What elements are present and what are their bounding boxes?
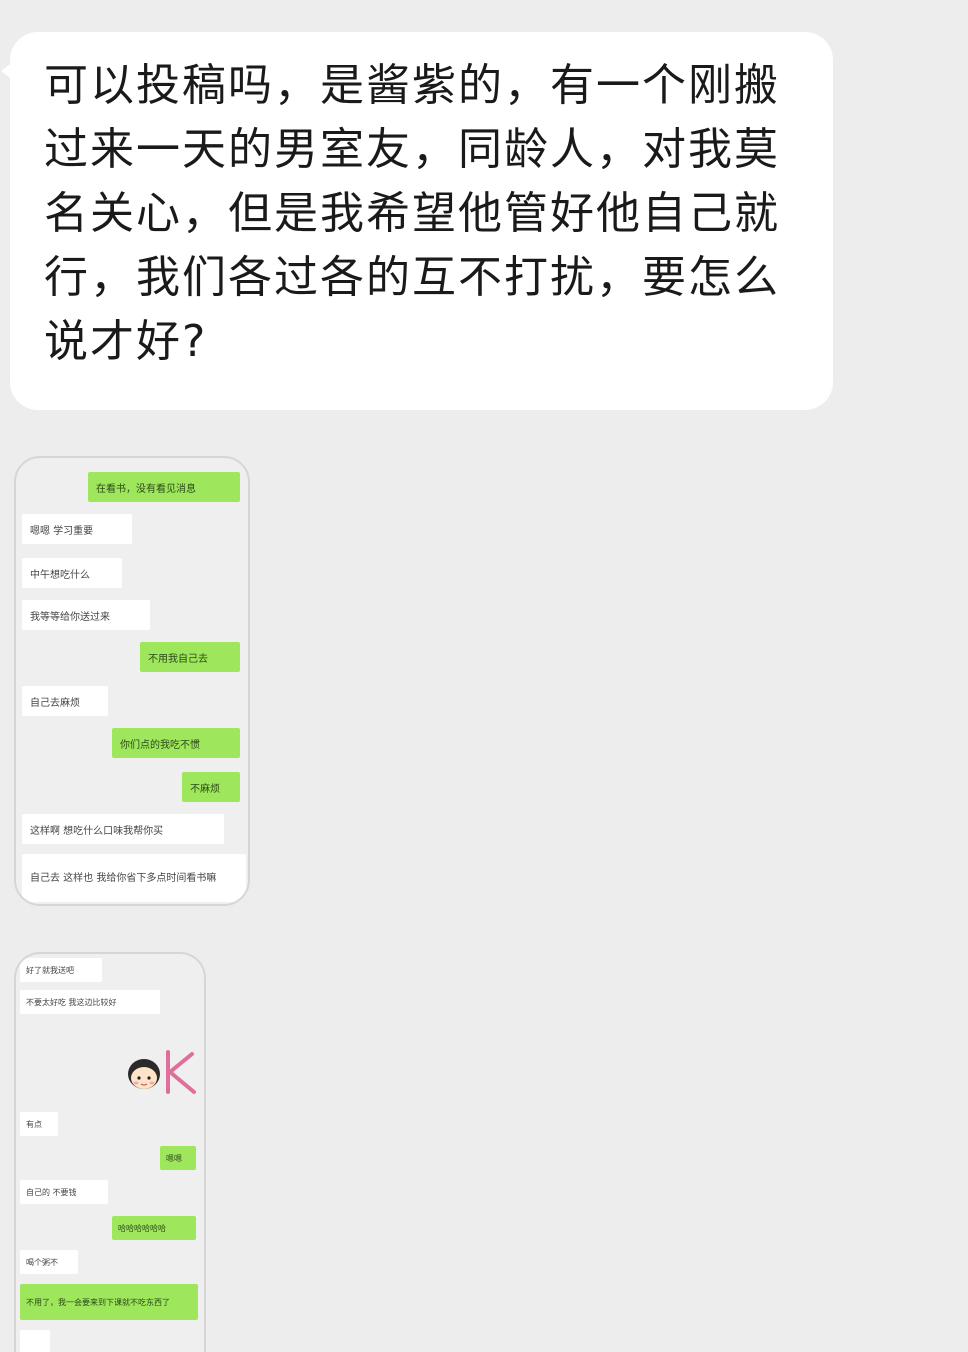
chat-bubble-text: 嗯嗯 学习重要 — [30, 525, 94, 537]
chat-bubble-outgoing: 在看书，没有看见消息 — [88, 472, 240, 502]
chat-bubble-text: 不要太好吃 我这边比较好 — [26, 997, 117, 1007]
chat-bubble-text: 在看书，没有看见消息 — [96, 483, 196, 495]
chat-bubble-text: 不用我自己去 — [148, 653, 208, 665]
chat-bubble-outgoing: 你们点的我吃不惯 — [112, 728, 240, 758]
chat-screenshot-image-1[interactable]: 在看书，没有看见消息 嗯嗯 学习重要 中午想吃什么 我等等给你送过来 不用我自己… — [14, 456, 250, 906]
chat-bubble-text: 不用了，我一会要来到下课就不吃东西了 — [26, 1297, 170, 1307]
chat-bubble-incoming — [20, 1330, 50, 1352]
chat-bubble-incoming: 好了就我送吧 — [20, 958, 102, 982]
chat-screenshot-image-2[interactable]: 好了就我送吧 不要太好吃 我这边比较好 有点 嗯嗯 自己的 不要钱 哈哈哈哈哈哈… — [14, 952, 206, 1352]
chat-bubble-text: 自己去麻烦 — [30, 697, 80, 709]
chat-bubble-text: 喝个粥不 — [26, 1257, 58, 1267]
message-bubble[interactable]: 可以投稿吗，是酱紫的，有一个刚搬过来一天的男室友，同龄人，对我莫名关心，但是我希… — [1, 32, 833, 410]
chat-bubble-text: 你们点的我吃不惯 — [120, 739, 200, 751]
chat-bubble-incoming: 喝个粥不 — [20, 1250, 78, 1274]
chat-bubble-text: 好了就我送吧 — [26, 965, 74, 975]
chat-bubble-text: 哈哈哈哈哈哈 — [118, 1223, 166, 1233]
chat-bubble-incoming: 自己的 不要钱 — [20, 1180, 108, 1204]
chat-bubble-incoming: 这样啊 想吃什么口味我帮你买 — [22, 814, 224, 844]
chat-bubble-incoming: 自己去 这样也 我给你省下多点时间看书嘛 — [22, 854, 246, 902]
chat-bubble-text: 有点 — [26, 1119, 42, 1129]
chat-bubble-incoming: 不要太好吃 我这边比较好 — [20, 990, 160, 1014]
chat-bubble-incoming: 嗯嗯 学习重要 — [22, 514, 132, 544]
message-text: 可以投稿吗，是酱紫的，有一个刚搬过来一天的男室友，同龄人，对我莫名关心，但是我希… — [44, 60, 780, 367]
chat-bubble-text: 中午想吃什么 — [30, 569, 90, 581]
chat-bubble-incoming: 自己去麻烦 — [22, 686, 108, 716]
chat-bubble-text: 嗯嗯 — [166, 1153, 182, 1163]
chat-bubble-incoming: 有点 — [20, 1112, 58, 1136]
chat-bubble-outgoing: 不用了，我一会要来到下课就不吃东西了 — [20, 1284, 198, 1320]
chat-bubble-text: 这样啊 想吃什么口味我帮你买 — [30, 825, 164, 837]
chat-bubble-text: 不麻烦 — [190, 783, 220, 795]
chat-bubble-outgoing: 嗯嗯 — [160, 1146, 196, 1170]
chat-bubble-outgoing: 不用我自己去 — [140, 642, 240, 672]
ok-sticker-icon — [128, 1050, 196, 1094]
chat-bubble-incoming: 我等等给你送过来 — [22, 600, 150, 630]
chat-bubble-text: 自己去 这样也 我给你省下多点时间看书嘛 — [30, 872, 217, 884]
chat-bubble-text: 我等等给你送过来 — [30, 611, 110, 623]
chat-bubble-outgoing: 不麻烦 — [182, 772, 240, 802]
chat-bubble-outgoing: 哈哈哈哈哈哈 — [112, 1216, 196, 1240]
chat-bubble-text: 自己的 不要钱 — [26, 1187, 77, 1197]
chat-bubble-incoming: 中午想吃什么 — [22, 558, 122, 588]
